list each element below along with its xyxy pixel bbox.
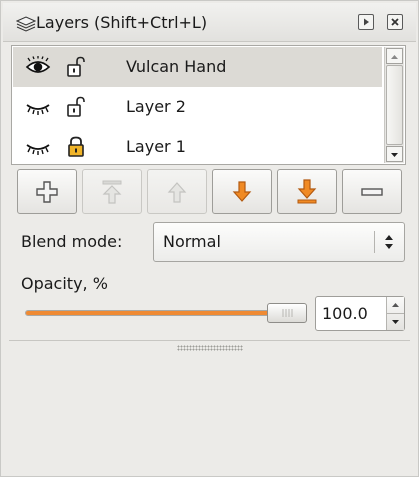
raise-layer-button[interactable]	[147, 169, 207, 214]
arrow-down-icon	[391, 153, 398, 157]
lower-to-bottom-button[interactable]	[277, 169, 337, 214]
opacity-slider-handle[interactable]	[267, 303, 307, 323]
raise-icon	[167, 181, 187, 203]
panel-divider	[9, 340, 410, 341]
lower-bottom-icon	[297, 178, 317, 203]
eye-closed-icon[interactable]	[25, 96, 51, 118]
layers-dialog: Layers (Shift+Ctrl+L) Vulcan Hand Layer …	[0, 0, 419, 477]
dialog-title: Layers (Shift+Ctrl+L)	[36, 13, 208, 32]
layer-row[interactable]: Layer 1	[13, 127, 382, 164]
layer-name: Layer 1	[126, 137, 186, 156]
layers-scrollbar[interactable]	[384, 47, 404, 163]
updown-arrows-icon	[385, 235, 393, 249]
blend-mode-select[interactable]: Normal	[153, 222, 405, 262]
close-icon	[391, 18, 399, 26]
empty-dock-area	[3, 353, 416, 474]
layer-row[interactable]: Vulcan Hand	[13, 47, 382, 87]
lower-layer-button[interactable]	[212, 169, 272, 214]
unlocked-icon[interactable]	[66, 56, 86, 78]
delete-layer-button[interactable]	[342, 169, 402, 214]
layer-name: Layer 2	[126, 97, 186, 116]
spin-buttons[interactable]	[386, 297, 404, 330]
layers-icon	[16, 16, 36, 32]
add-layer-button[interactable]	[17, 169, 77, 214]
blend-mode-label: Blend mode:	[21, 232, 123, 251]
blend-mode-value: Normal	[163, 232, 221, 251]
raise-to-top-button[interactable]	[82, 169, 142, 214]
eye-closed-icon[interactable]	[25, 136, 51, 158]
minus-icon	[361, 187, 383, 196]
scrollbar-thumb[interactable]	[386, 65, 403, 145]
select-divider	[374, 231, 375, 253]
resize-grip[interactable]	[177, 345, 243, 351]
locked-icon[interactable]	[66, 136, 86, 158]
layers-list[interactable]: Vulcan Hand Layer 2 Layer 1	[11, 45, 406, 165]
layer-row[interactable]: Layer 2	[13, 87, 382, 127]
unlocked-icon[interactable]	[66, 96, 86, 118]
undock-button[interactable]	[358, 14, 374, 30]
close-button[interactable]	[387, 14, 403, 30]
grip-icon	[282, 309, 293, 317]
lower-icon	[232, 180, 252, 202]
plus-icon	[36, 180, 58, 203]
arrow-up-icon	[391, 55, 398, 59]
opacity-value: 100.0	[322, 304, 368, 323]
scroll-up-button[interactable]	[386, 48, 403, 64]
undock-icon	[364, 18, 369, 26]
scroll-down-button[interactable]	[386, 146, 403, 162]
raise-top-icon	[102, 180, 122, 204]
opacity-spinbox[interactable]: 100.0	[315, 296, 405, 331]
spin-up-icon[interactable]	[387, 297, 404, 313]
spin-down-icon[interactable]	[387, 314, 404, 330]
opacity-slider-fill	[26, 311, 304, 315]
eye-open-icon[interactable]	[25, 56, 51, 78]
title-bar: Layers (Shift+Ctrl+L)	[3, 3, 416, 42]
opacity-label: Opacity, %	[21, 274, 108, 293]
opacity-slider-track[interactable]	[25, 310, 305, 316]
layer-name: Vulcan Hand	[126, 57, 227, 76]
